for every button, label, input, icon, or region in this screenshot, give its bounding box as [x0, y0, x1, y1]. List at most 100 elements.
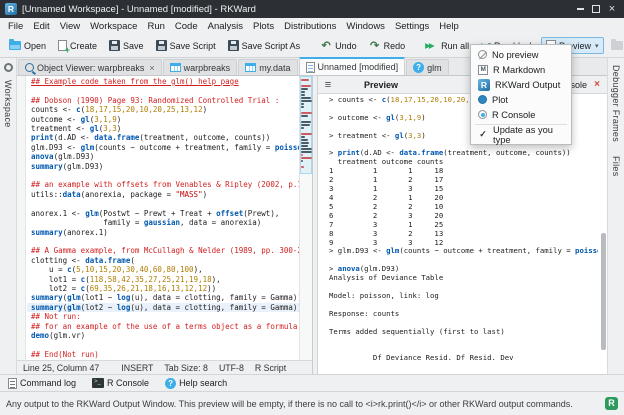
data-table-icon	[245, 63, 256, 72]
tab-glm[interactable]: glm	[406, 59, 449, 75]
rkward-app-icon	[5, 3, 17, 15]
code-line: ## A Gamma example, from McCullagh & Nel…	[27, 246, 299, 255]
tool-button-command-log[interactable]: Command log	[5, 377, 79, 390]
tab-label: my.data	[259, 63, 290, 73]
code-segment: treatment outcome counts	[329, 157, 443, 166]
tool-button-help-search[interactable]: Help search	[162, 377, 230, 390]
preview-menu-item[interactable]: No preview	[471, 47, 571, 62]
undo-button[interactable]: Undo	[315, 38, 362, 54]
tab-size[interactable]: Tab Size: 8	[164, 363, 208, 373]
run-all-icon	[425, 41, 438, 50]
close-preview-icon[interactable]	[591, 79, 603, 90]
save-script-button[interactable]: Save Script	[151, 37, 221, 54]
toolbar-button-label: Save Script	[170, 41, 216, 51]
code-segment: (Prewt),	[243, 209, 279, 218]
tab-unnamed[interactable]: Unnamed [modified]	[299, 57, 406, 75]
code-segment: (lot2 ~	[81, 303, 117, 312]
files-dock-button[interactable]: Files	[611, 149, 621, 184]
code-segment: Analysis of Deviance Table	[329, 273, 443, 282]
code-line: print(d.AD <- data.frame(treatment, outc…	[27, 133, 299, 142]
cursor-position[interactable]: Line 25, Column 47	[23, 363, 99, 373]
tool-button-r-console[interactable]: R Console	[89, 377, 152, 389]
save-icon	[156, 40, 167, 51]
code-line: ## Example code taken from the glm() hel…	[27, 77, 299, 86]
code-segment: log	[117, 293, 131, 302]
document-new-icon	[58, 40, 67, 51]
preview-menu-item[interactable]: Plot	[471, 92, 571, 107]
menu-edit[interactable]: Edit	[28, 20, 54, 33]
filetype[interactable]: R Script	[255, 363, 286, 373]
open-button[interactable]: Open	[4, 38, 51, 54]
code-line	[27, 171, 299, 180]
hamburger-menu-icon[interactable]	[322, 79, 334, 91]
minimap-view-rect[interactable]	[300, 76, 312, 174]
input-mode[interactable]: INSERT	[121, 363, 153, 373]
menu-file[interactable]: File	[3, 20, 28, 33]
code-segment: demo	[31, 331, 49, 340]
code-segment: (lot1 ~	[81, 293, 117, 302]
encoding[interactable]: UTF-8	[219, 363, 244, 373]
code-line: Response: counts	[325, 310, 598, 319]
menu-plots[interactable]: Plots	[248, 20, 279, 33]
editor-code[interactable]: ## Example code taken from the glm() hel…	[27, 77, 299, 360]
save-as-icon	[228, 40, 239, 51]
tab-close-icon[interactable]: ×	[149, 63, 154, 73]
r-engine-status[interactable]: R	[605, 397, 618, 410]
code-segment: (	[130, 256, 135, 265]
menu-item-label: RKWard Output	[495, 80, 560, 90]
menu-windows[interactable]: Windows	[341, 20, 390, 33]
editor-view[interactable]: ## Example code taken from the glm() hel…	[17, 76, 312, 360]
code-segment: 8 3 2 13	[329, 229, 443, 238]
code-segment: (glm.D93)	[63, 162, 104, 171]
redo-button[interactable]: Redo	[364, 38, 411, 54]
console-scrollbar[interactable]	[601, 94, 606, 372]
menu-run[interactable]: Run	[142, 20, 169, 33]
menu-code[interactable]: Code	[170, 20, 203, 33]
editor-minimap[interactable]	[299, 76, 312, 360]
code-segment: 7 3 1 25	[329, 220, 443, 229]
code-segment: (anorex.1)	[63, 228, 108, 237]
console-scrollbar-thumb[interactable]	[601, 233, 606, 350]
code-segment: poisson	[575, 246, 598, 255]
menu-settings[interactable]: Settings	[390, 20, 434, 33]
code-segment: lot2 =	[31, 284, 81, 293]
code-segment: summary	[31, 228, 63, 237]
maximize-icon[interactable]	[589, 3, 603, 16]
menu-view[interactable]: View	[55, 20, 85, 33]
minimize-icon[interactable]	[573, 3, 587, 16]
help-icon	[413, 62, 424, 73]
menu-workspace[interactable]: Workspace	[85, 20, 142, 33]
code-segment: 18,17,15,20,10,20,25,13,12	[85, 105, 202, 114]
code-line: outcome <- gl(3,1,9)	[27, 115, 299, 124]
code-segment: counts <-	[31, 105, 76, 114]
save-button[interactable]: Save	[104, 37, 149, 54]
create-button[interactable]: Create	[53, 37, 102, 54]
menu-help[interactable]: Help	[434, 20, 464, 33]
code-segment: data	[63, 190, 81, 199]
close-icon[interactable]	[605, 3, 619, 16]
menu-analysis[interactable]: Analysis	[203, 20, 248, 33]
code-segment: (d.AD <-	[54, 133, 95, 142]
preview-menu-item[interactable]: R Markdown	[471, 62, 571, 77]
tab-object-viewer-warpbreaks[interactable]: Object Viewer: warpbreaks×	[18, 59, 162, 75]
workspace-dock-button[interactable]: Workspace	[3, 73, 13, 135]
code-segment: ),	[194, 265, 203, 274]
preview-menu-item[interactable]: RKWard Output	[471, 77, 571, 92]
code-segment: 5 2 2 10	[329, 202, 443, 211]
titlebar[interactable]: [Unnamed Workspace] - Unnamed [modified]…	[0, 0, 624, 18]
tab-warpbreaks[interactable]: warpbreaks	[163, 59, 238, 75]
tab-my-data[interactable]: my.data	[238, 59, 297, 75]
debugger-frames-dock-button[interactable]: Debugger Frames	[611, 58, 621, 149]
folder-open-icon	[9, 41, 21, 50]
code-segment: Response: counts	[329, 309, 399, 318]
save-script-as-button[interactable]: Save Script As	[223, 37, 306, 54]
code-line: summary(glm(lot1 ~ log(u), data = clotti…	[27, 293, 299, 302]
code-segment: print	[338, 148, 360, 157]
run-all-button[interactable]: Run all	[420, 38, 474, 54]
code-segment: glm.D93 <-	[31, 143, 81, 152]
code-segment: Df Deviance Resid. Df Resid. Dev	[329, 353, 514, 362]
preview-menu-item[interactable]: R Console	[471, 107, 571, 122]
tool-button-label: R Console	[107, 378, 149, 388]
preview-menu-item[interactable]: Update as you type	[471, 127, 571, 142]
menu-distributions[interactable]: Distributions	[279, 20, 341, 33]
